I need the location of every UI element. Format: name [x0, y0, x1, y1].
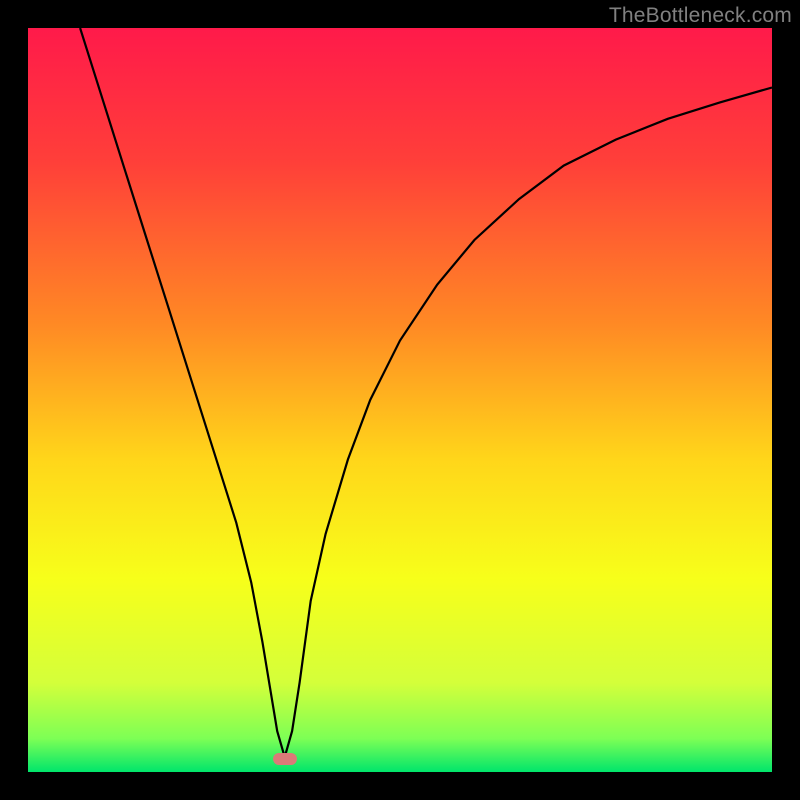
gradient-background — [28, 28, 772, 772]
curve-minimum-marker — [273, 753, 297, 765]
watermark-text: TheBottleneck.com — [609, 4, 792, 28]
chart-svg — [28, 28, 772, 772]
chart-frame — [28, 28, 772, 772]
